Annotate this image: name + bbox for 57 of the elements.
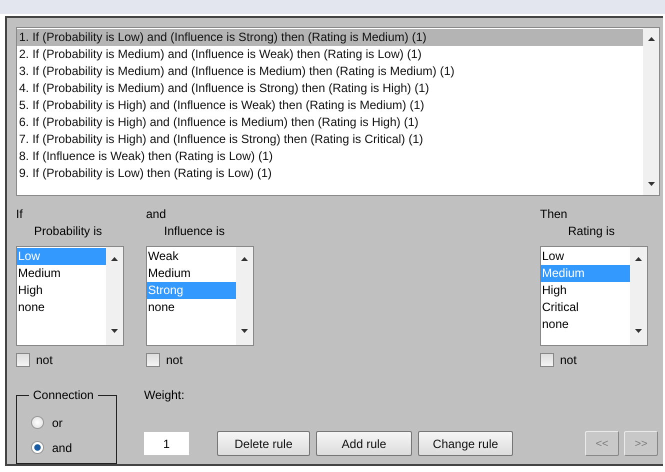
radio-label: or	[52, 416, 63, 430]
section-label: and	[146, 207, 168, 221]
option-item[interactable]: none	[17, 299, 106, 316]
checkbox-label: not	[36, 353, 53, 367]
scroll-up-icon[interactable]	[648, 37, 654, 41]
scrollbar[interactable]	[236, 247, 253, 345]
rule-list[interactable]	[16, 27, 660, 196]
scroll-down-icon[interactable]	[635, 329, 642, 333]
scroll-up-icon[interactable]	[111, 257, 118, 261]
checkbox-label: not	[166, 353, 183, 367]
option-item[interactable]: Medium	[147, 265, 236, 282]
weight-field[interactable]: 1	[144, 432, 189, 455]
variable-label: Probability is	[34, 224, 104, 238]
option-item[interactable]: High	[17, 282, 106, 299]
option-list[interactable]: Low Medium High Critical none	[540, 246, 648, 346]
option-item[interactable]: Low	[541, 248, 630, 265]
variable-label: Influence is	[164, 224, 226, 238]
rule-item[interactable]: 3. If (Probability is Medium) and (Influence is Medium) then (Rating is Medium) (1)	[17, 63, 643, 80]
scrollbar[interactable]	[643, 28, 659, 195]
group-title: Connection	[29, 388, 98, 402]
rule-item[interactable]: 1. If (Probability is Low) and (Influence is Strong) then (Rating is Medium) (1)	[17, 29, 643, 46]
scroll-up-icon[interactable]	[241, 257, 248, 261]
scroll-up-icon[interactable]	[635, 257, 642, 261]
scroll-down-icon[interactable]	[648, 182, 654, 186]
rule-item[interactable]: 6. If (Probability is High) and (Influence is Medium) then (Rating is High) (1)	[17, 114, 643, 131]
option-list[interactable]: Weak Medium Strong none	[146, 246, 254, 346]
rule-item[interactable]: 4. If (Probability is Medium) and (Influence is Strong) then (Rating is High) (1)	[17, 80, 643, 97]
radio-button[interactable]	[31, 416, 44, 429]
scroll-down-icon[interactable]	[111, 329, 118, 333]
rule-button[interactable]: Delete rule	[217, 431, 310, 456]
variable-label: Rating is	[568, 224, 616, 238]
option-item[interactable]: Medium	[17, 265, 106, 282]
rule-item[interactable]: 5. If (Probability is High) and (Influence is Weak) then (Rating is Medium) (1)	[17, 97, 643, 114]
checkbox-label: not	[560, 353, 577, 367]
option-item[interactable]: none	[541, 316, 630, 333]
rule-item[interactable]: 8. If (Influence is Weak) then (Rating is Low) (1)	[17, 148, 643, 165]
rule-button[interactable]: Change rule	[418, 431, 513, 456]
scrollbar[interactable]	[630, 247, 647, 345]
radio-label: and	[52, 440, 72, 454]
rule-item[interactable]: 9. If (Probability is Low) then (Rating is Low) (1)	[17, 165, 643, 182]
scroll-down-icon[interactable]	[241, 329, 248, 333]
radio-button[interactable]	[31, 441, 44, 454]
weight-label: Weight:	[144, 388, 186, 402]
rule-item[interactable]: 7. If (Probability is High) and (Influence is Strong) then (Rating is Critical) (1)	[17, 131, 643, 148]
not-checkbox[interactable]	[16, 353, 30, 367]
option-item[interactable]: Critical	[541, 299, 630, 316]
option-item[interactable]: High	[541, 282, 630, 299]
option-item[interactable]: Weak	[147, 248, 236, 265]
option-list[interactable]: Low Medium High none	[16, 246, 124, 346]
rule-item[interactable]: 2. If (Probability is Medium) and (Influence is Weak) then (Rating is Low) (1)	[17, 46, 643, 63]
section-label: If	[16, 207, 24, 221]
not-checkbox[interactable]	[146, 353, 160, 367]
scrollbar[interactable]	[106, 247, 123, 345]
option-item[interactable]: none	[147, 299, 236, 316]
rule-button[interactable]: Add rule	[316, 431, 412, 456]
section-label: Then	[540, 207, 568, 221]
not-checkbox[interactable]	[540, 353, 554, 367]
